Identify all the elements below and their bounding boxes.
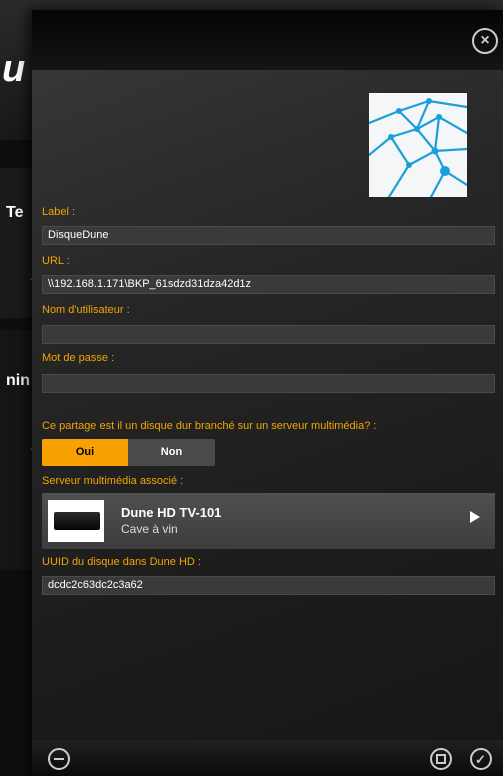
hdd-toggle: Oui Non xyxy=(42,439,215,466)
share-edit-panel: × Label : DisqueDune URL : \\192.168.1.1… xyxy=(32,10,503,776)
background-row-text: Te xyxy=(6,204,24,221)
label-field-title: Label : xyxy=(42,206,76,218)
close-circle-icon[interactable]: × xyxy=(472,28,498,54)
panel-header xyxy=(32,10,503,70)
hdd-question-label: Ce partage est il un disque dur branché … xyxy=(42,420,377,432)
toggle-no-button[interactable]: Non xyxy=(128,439,215,466)
url-input[interactable]: \\192.168.1.171\BKP_61sdzd31dza42d1z xyxy=(42,275,495,294)
username-field-title: Nom d'utilisateur : xyxy=(42,304,130,316)
server-name: Dune HD TV-101 xyxy=(121,505,222,520)
network-thumbnail xyxy=(369,93,467,197)
password-field-title: Mot de passe : xyxy=(42,352,115,364)
background-row-text: nin xyxy=(6,372,30,389)
background-list-row xyxy=(0,168,36,318)
uuid-field-title: UUID du disque dans Dune HD : xyxy=(42,556,201,568)
minus-circle-icon[interactable] xyxy=(48,748,70,770)
save-icon[interactable] xyxy=(430,748,452,770)
chevron-right-icon xyxy=(470,511,480,523)
label-input[interactable]: DisqueDune xyxy=(42,226,495,245)
server-selector[interactable]: Dune HD TV-101 Cave à vin xyxy=(42,493,495,549)
device-box-icon xyxy=(54,512,100,530)
server-field-title: Serveur multimédia associé : xyxy=(42,475,184,487)
server-device-image xyxy=(48,500,104,542)
password-input[interactable] xyxy=(42,374,495,393)
uuid-input[interactable]: dcdc2c63dc2c3a62 xyxy=(42,576,495,595)
username-input[interactable] xyxy=(42,325,495,344)
panel-footer: ✓ xyxy=(32,740,503,776)
check-circle-icon[interactable]: ✓ xyxy=(470,748,492,770)
server-location: Cave à vin xyxy=(121,522,178,536)
network-graph-icon xyxy=(369,98,467,197)
toggle-yes-button[interactable]: Oui xyxy=(42,439,128,466)
url-field-title: URL : xyxy=(42,255,70,267)
